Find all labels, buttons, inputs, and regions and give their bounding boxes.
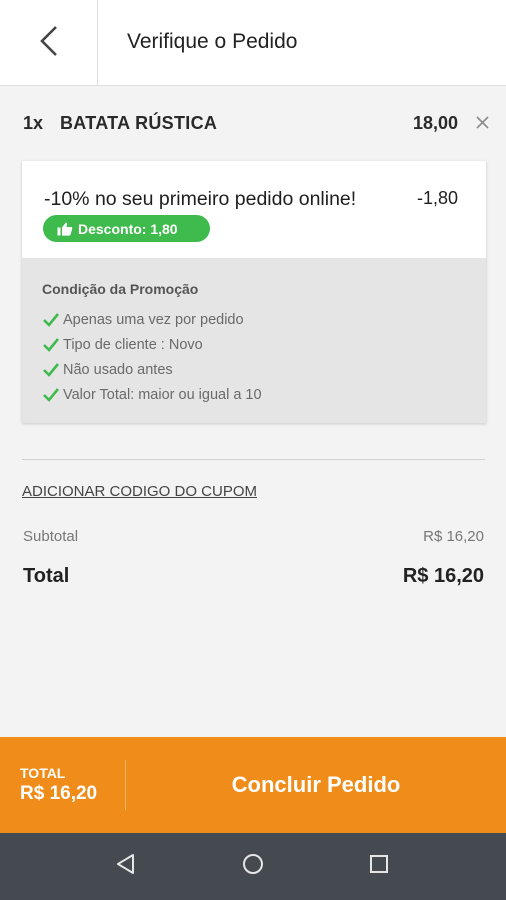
checkout-total-label: TOTAL <box>20 765 66 781</box>
nav-back-button[interactable] <box>86 833 166 900</box>
circle-home-icon <box>242 853 264 880</box>
conditions-list: Apenas uma vez por pedido Tipo de client… <box>42 307 262 407</box>
condition-text: Não usado antes <box>63 361 173 378</box>
total-value: R$ 16,20 <box>402 565 484 587</box>
divider <box>22 459 485 460</box>
conclude-order-button[interactable]: Concluir Pedido <box>126 737 506 833</box>
promo-amount: -1,80 <box>417 188 459 208</box>
app-header: Verifique o Pedido <box>0 0 506 86</box>
system-nav-bar <box>0 833 506 900</box>
promo-header: -10% no seu primeiro pedido online! -1,8… <box>22 161 486 258</box>
nav-recents-button[interactable] <box>339 833 419 900</box>
check-icon <box>42 362 62 378</box>
triangle-back-icon <box>116 853 136 880</box>
subtotal-value: R$ 16,20 <box>423 528 484 545</box>
add-coupon-link[interactable]: ADICIONAR CODIGO DO CUPOM <box>22 483 257 500</box>
checkout-total: TOTAL R$ 16,20 <box>20 765 97 806</box>
nav-home-button[interactable] <box>213 833 293 900</box>
condition-item: Tipo de cliente : Novo <box>42 332 262 357</box>
condition-text: Tipo de cliente : Novo <box>63 336 203 353</box>
condition-item: Não usado antes <box>42 357 262 382</box>
total-label: Total <box>23 565 70 587</box>
page-title: Verifique o Pedido <box>127 30 298 53</box>
discount-badge-text: Desconto: 1,80 <box>78 220 178 237</box>
conditions-title: Condição da Promoção <box>42 281 199 297</box>
chevron-left-icon <box>39 25 59 62</box>
close-icon <box>476 113 489 133</box>
item-name: BATATA RÚSTICA <box>60 113 218 133</box>
check-icon <box>42 387 62 403</box>
condition-text: Valor Total: maior ou igual a 10 <box>63 386 262 403</box>
promo-card: -10% no seu primeiro pedido online! -1,8… <box>22 161 486 423</box>
checkout-bar: TOTAL R$ 16,20 Concluir Pedido <box>0 737 506 833</box>
checkout-total-value: R$ 16,20 <box>20 783 98 804</box>
condition-text: Apenas uma vez por pedido <box>63 311 244 328</box>
square-recents-icon <box>369 854 389 879</box>
back-button[interactable] <box>0 0 98 86</box>
condition-item: Apenas uma vez por pedido <box>42 307 262 332</box>
discount-badge: Desconto: 1,80 <box>43 215 210 242</box>
check-icon <box>42 312 62 328</box>
check-icon <box>42 337 62 353</box>
promo-title: -10% no seu primeiro pedido online! <box>44 188 357 210</box>
order-item-row: 1x BATATA RÚSTICA 18,00 <box>23 111 493 137</box>
subtotal-label: Subtotal <box>23 528 79 545</box>
thumbs-up-icon <box>57 222 73 236</box>
item-price: 18,00 <box>413 113 459 133</box>
remove-item-button[interactable] <box>476 111 489 134</box>
item-quantity: 1x <box>23 113 44 133</box>
condition-item: Valor Total: maior ou igual a 10 <box>42 382 262 407</box>
